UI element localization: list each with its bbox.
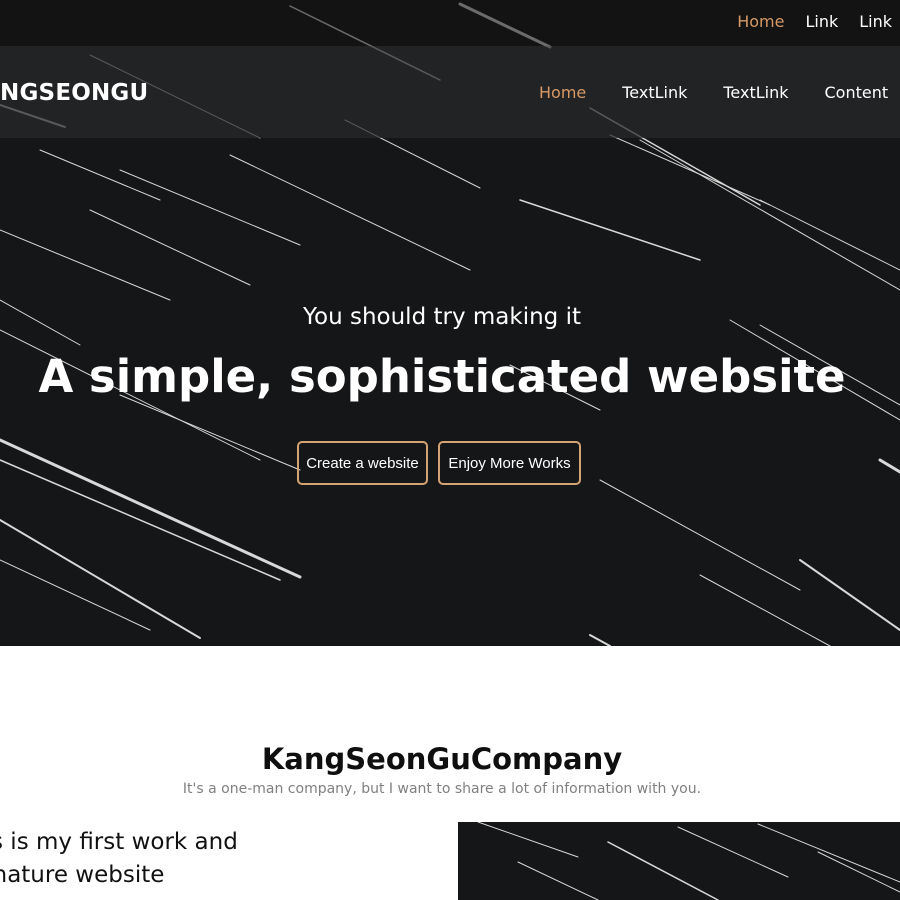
nav-menu: Home TextLink TextLink Content A (539, 83, 900, 102)
company-description: It's a one-man company, but I want to sh… (182, 781, 702, 797)
nav-item-textlink-1[interactable]: TextLink (622, 83, 687, 102)
hero-section: Home Link Link KANGSEONGU Home TextLink … (0, 0, 900, 646)
nav-item-home[interactable]: Home (539, 83, 586, 102)
hero-title: A simple, sophisticated website (38, 350, 846, 403)
top-links: Home Link Link (737, 12, 892, 31)
top-link-2[interactable]: Link (859, 12, 892, 31)
main-navigation: KANGSEONGU Home TextLink TextLink Conten… (0, 46, 900, 138)
site-logo[interactable]: KANGSEONGU (0, 80, 148, 106)
top-utility-bar: Home Link Link (0, 0, 900, 46)
hero-subtitle: You should try making it (303, 304, 581, 330)
work-thumbnail-streaks (477, 822, 900, 900)
work-description: This is my first work and immature websi… (0, 829, 238, 888)
nav-item-content[interactable]: Content (825, 83, 889, 102)
company-title: KangSeonGuCompany (261, 742, 623, 777)
work-thumbnail-image (458, 822, 900, 900)
create-website-button[interactable]: Create a website (297, 441, 428, 485)
top-link-1[interactable]: Link (805, 12, 838, 31)
enjoy-more-works-button[interactable]: Enjoy More Works (438, 441, 581, 485)
nav-item-textlink-2[interactable]: TextLink (723, 83, 788, 102)
top-link-home[interactable]: Home (737, 12, 784, 31)
